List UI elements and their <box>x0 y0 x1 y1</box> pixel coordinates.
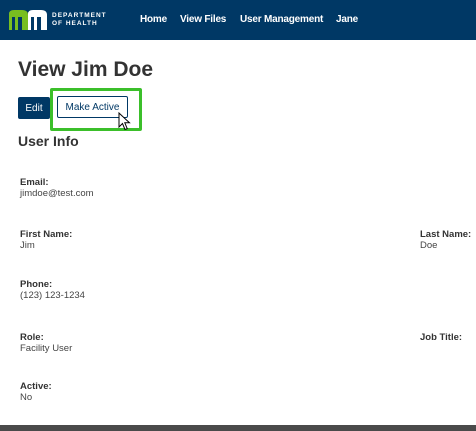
first-name-label: First Name: <box>20 229 73 240</box>
last-name-value: Doe <box>420 240 438 251</box>
role-value: Facility User <box>20 343 73 354</box>
role-label: Role: <box>20 332 44 343</box>
active-field: Active: No <box>20 381 52 403</box>
mn-health-logo[interactable]: DEPARTMENT OF HEALTH <box>8 9 107 30</box>
phone-value: (123) 123-1234 <box>20 290 85 301</box>
active-label: Active: <box>20 381 52 392</box>
role-field: Role: Facility User <box>20 332 72 354</box>
phone-label: Phone: <box>20 279 53 290</box>
mouse-cursor-icon <box>118 112 131 131</box>
nav-view-files-link[interactable]: View Files <box>180 14 226 25</box>
nav-user-menu-link[interactable]: Jane <box>336 14 358 25</box>
last-name-label: Last Name: <box>420 229 472 240</box>
edit-button[interactable]: Edit <box>18 97 50 119</box>
job-title-label: Job Title: <box>420 332 463 343</box>
footer-bar <box>0 425 476 431</box>
nav-user-management-link[interactable]: User Management <box>240 14 323 25</box>
logo-line-1: DEPARTMENT <box>52 12 107 19</box>
logo-line-2: OF HEALTH <box>52 19 98 27</box>
job-title-field: Job Title: <box>420 332 462 343</box>
last-name-field: Last Name: Doe <box>420 229 471 251</box>
active-value: No <box>20 392 33 403</box>
page-title: View Jim Doe <box>18 58 154 81</box>
email-label: Email: <box>20 177 49 188</box>
first-name-field: First Name: Jim <box>20 229 72 251</box>
first-name-value: Jim <box>20 240 35 251</box>
top-navbar: DEPARTMENT OF HEALTH Home View Files Use… <box>0 0 476 40</box>
mn-logo-icon <box>9 10 47 30</box>
nav-home-link[interactable]: Home <box>140 14 167 25</box>
phone-field: Phone: (123) 123-1234 <box>20 279 85 301</box>
email-field: Email: jimdoe@test.com <box>20 177 94 199</box>
section-title-user-info: User Info <box>18 133 79 149</box>
email-value: jimdoe@test.com <box>20 188 94 199</box>
logo-text: DEPARTMENT OF HEALTH <box>52 12 107 27</box>
